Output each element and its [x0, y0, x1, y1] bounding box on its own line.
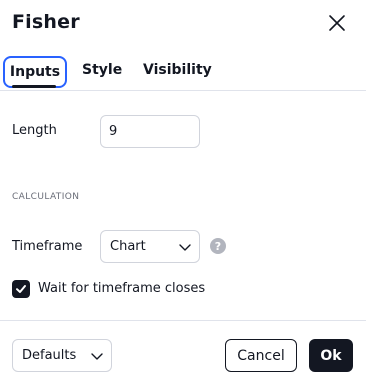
footer-divider — [0, 320, 366, 321]
wait-for-timeframe-label[interactable]: Wait for timeframe closes — [38, 281, 205, 296]
close-icon — [329, 15, 345, 31]
tab-style[interactable]: Style — [82, 62, 122, 78]
dialog-title: Fisher — [12, 11, 80, 33]
timeframe-label: Timeframe — [12, 239, 83, 254]
section-header-calculation: CALCULATION — [12, 192, 80, 202]
chevron-down-icon — [179, 244, 191, 251]
tab-inputs[interactable]: Inputs — [3, 56, 67, 88]
active-tab-indicator — [12, 85, 56, 88]
tab-bar: Inputs Style Visibility — [0, 52, 366, 92]
ok-button[interactable]: Ok — [309, 339, 353, 372]
defaults-dropdown[interactable]: Defaults — [12, 339, 112, 372]
timeframe-select[interactable]: Chart — [100, 230, 200, 263]
cancel-label: Cancel — [237, 347, 285, 364]
wait-for-timeframe-checkbox[interactable] — [12, 280, 30, 298]
length-label: Length — [12, 123, 57, 138]
help-glyph: ? — [214, 239, 222, 253]
tab-visibility-label: Visibility — [143, 62, 212, 78]
length-input[interactable] — [100, 115, 200, 148]
help-icon[interactable]: ? — [210, 238, 226, 254]
close-button[interactable] — [326, 12, 348, 34]
chevron-down-icon — [91, 353, 103, 360]
tabs-divider — [0, 90, 366, 91]
cancel-button[interactable]: Cancel — [225, 339, 297, 372]
tab-visibility[interactable]: Visibility — [143, 62, 212, 78]
tab-inputs-label: Inputs — [9, 64, 61, 80]
ok-label: Ok — [320, 347, 342, 364]
timeframe-select-value: Chart — [110, 239, 146, 254]
check-icon — [16, 285, 26, 293]
tab-style-label: Style — [82, 62, 123, 78]
defaults-label: Defaults — [22, 348, 77, 363]
